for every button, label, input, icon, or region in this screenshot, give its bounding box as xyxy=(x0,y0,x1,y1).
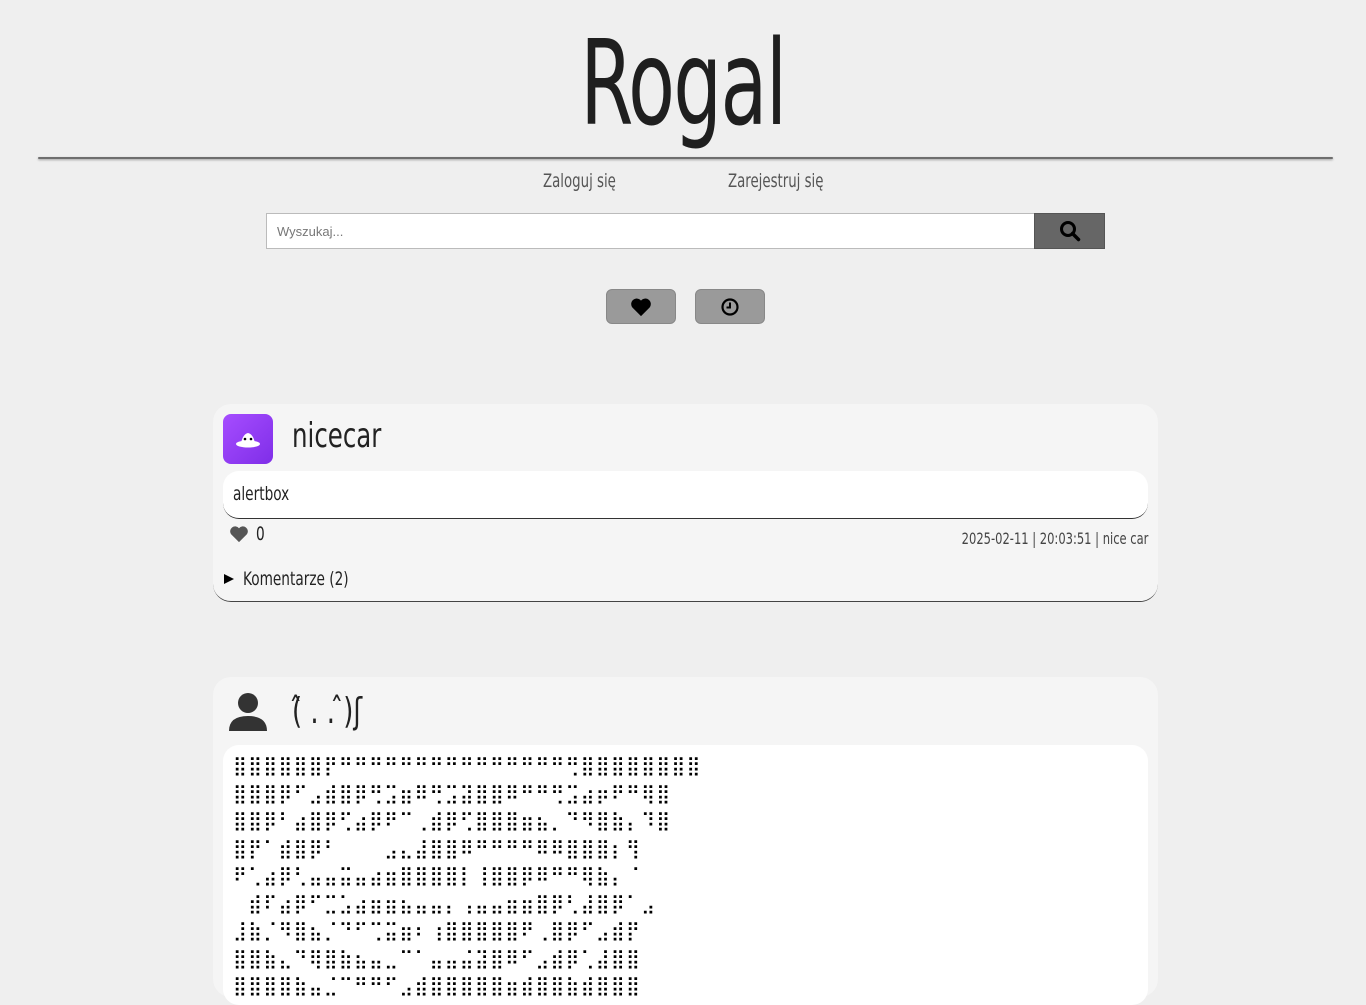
post-meta: 2025-02-11 | 20:03:51 | nice car xyxy=(961,529,1148,548)
register-link[interactable]: Zarejestruj się xyxy=(728,170,823,192)
recent-filter-button[interactable] xyxy=(695,289,765,324)
avatar-image xyxy=(223,414,273,464)
search-button[interactable] xyxy=(1034,213,1105,249)
comments-toggle[interactable]: Komentarze (2) xyxy=(223,568,375,590)
user-icon xyxy=(229,693,267,731)
search-input[interactable] xyxy=(266,213,1035,249)
ascii-art: ⣿⣿⣿⣿⣿⣿⡟⠛⠛⠛⠛⠛⠛⠛⠛⠛⠛⠛⠛⠛⠛⠛⢛⣿⣿⣿⣿⣿⣿⣿⣿ ⣿⣿⣿⡿⠋⣠⣾⣿… xyxy=(233,755,702,997)
clock-icon xyxy=(721,297,739,316)
triangle-right-icon xyxy=(224,574,234,584)
post-content: alertbox xyxy=(223,471,1148,519)
like-count: 0 xyxy=(256,523,265,545)
heart-icon xyxy=(631,298,651,316)
post-username[interactable]: nicecar xyxy=(292,416,381,456)
post-username[interactable]: (̂ . . ̂)ʃ xyxy=(292,691,362,732)
avatar[interactable] xyxy=(223,414,273,464)
favorites-filter-button[interactable] xyxy=(606,289,676,324)
comments-label: Komentarze (2) xyxy=(243,568,349,590)
post-card: (̂ . . ̂)ʃ ⣿⣿⣿⣿⣿⣿⡟⠛⠛⠛⠛⠛⠛⠛⠛⠛⠛⠛⠛⠛⠛⠛⢛⣿⣿⣿⣿⣿⣿… xyxy=(213,677,1158,1005)
header-divider xyxy=(38,157,1333,159)
search-icon xyxy=(1059,221,1080,242)
page-title: Rogal xyxy=(580,14,787,152)
heart-icon xyxy=(230,526,248,543)
post-content: ⣿⣿⣿⣿⣿⣿⡟⠛⠛⠛⠛⠛⠛⠛⠛⠛⠛⠛⠛⠛⠛⠛⢛⣿⣿⣿⣿⣿⣿⣿⣿ ⣿⣿⣿⡿⠋⣠⣾⣿… xyxy=(223,745,1148,1005)
like-button[interactable]: 0 xyxy=(229,523,267,545)
avatar[interactable] xyxy=(223,687,273,737)
post-content-text: alertbox xyxy=(233,483,290,505)
login-link[interactable]: Zaloguj się xyxy=(543,170,616,192)
post-card: nicecar alertbox 0 2025-02-11 | 20:03:51… xyxy=(213,404,1158,602)
